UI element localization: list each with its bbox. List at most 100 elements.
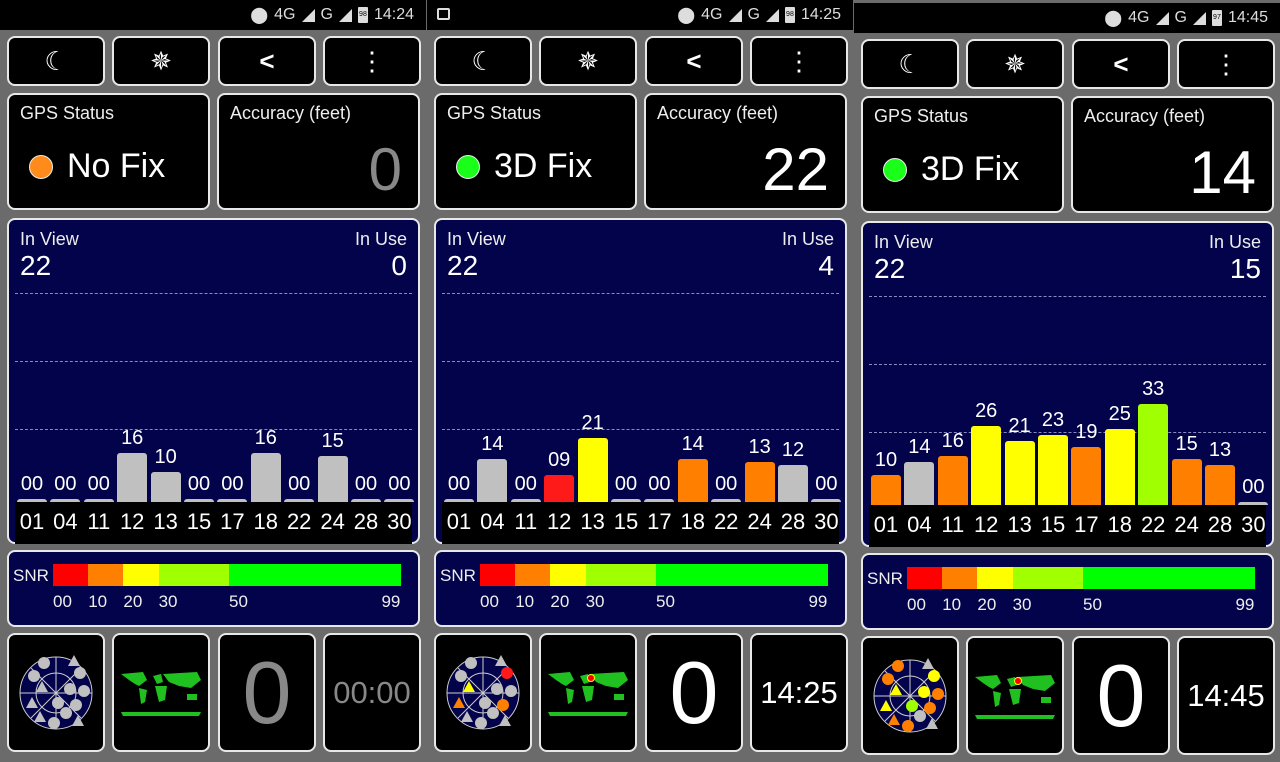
in-view-label: In View [874, 232, 933, 252]
satellite-snr-chart: In View 22 In Use 15 10 01 14 04 16 11 2… [861, 221, 1274, 547]
snr-tick: 10 [942, 595, 962, 614]
prn-label: 04 [53, 509, 78, 534]
snr-tick: 50 [1083, 595, 1102, 614]
fix-status-dot [883, 157, 907, 182]
battery-icon: 97 [1211, 10, 1222, 26]
snr-bar [611, 499, 641, 502]
snr-tick: 99 [1235, 595, 1255, 614]
satellite-marker [52, 696, 64, 709]
prn-label: 04 [907, 512, 932, 537]
snr-value-label: 14 [481, 433, 504, 456]
snr-bar [217, 499, 248, 502]
signal-icon [1192, 11, 1206, 25]
snr-bar [871, 474, 901, 505]
location-marker [1014, 676, 1022, 685]
compass-button[interactable]: ✵ [539, 36, 637, 86]
in-use-value: 4 [818, 250, 834, 281]
fix-status-dot [456, 154, 480, 179]
snr-bar [1138, 404, 1169, 505]
compass-button[interactable]: ✵ [112, 36, 210, 86]
snr-color-segment [123, 564, 159, 586]
share-button[interactable]: < [1072, 39, 1170, 89]
sky-view-tile[interactable] [861, 636, 959, 755]
sky-plot [446, 654, 520, 729]
snr-value-label: 00 [187, 473, 211, 495]
satellite-count-tile[interactable]: 0 [1072, 636, 1170, 755]
prn-label: 18 [680, 509, 706, 534]
satellite-marker [914, 709, 926, 722]
snr-bar [250, 453, 281, 502]
snr-color-segment [585, 564, 656, 586]
satellite-snr-chart: In View 22 In Use 0 00 01 00 04 00 11 16… [7, 218, 420, 544]
snr-value-label: 25 [1108, 402, 1131, 425]
snr-tick: 99 [808, 592, 828, 611]
signal-icon [338, 8, 352, 22]
satellite-count: 0 [242, 642, 292, 742]
night-mode-button[interactable]: ☾ [861, 39, 959, 89]
gps-status-card: GPS Status No Fix [7, 93, 210, 210]
phone-screen-3: ⬤ 4G G 97 14:45 ☾ ✵ < ⋮ GPS Status 3D Fix Ac… [854, 3, 1280, 762]
snr-color-segment [550, 564, 586, 586]
sky-view-tile[interactable] [7, 633, 105, 752]
fix-time-tile[interactable]: 00:00 [323, 633, 421, 752]
world-map-tile[interactable] [539, 633, 637, 752]
world-map-tile[interactable] [112, 633, 210, 752]
prn-label: 22 [286, 509, 312, 534]
satellite-marker [38, 656, 50, 669]
gps-status-card: GPS Status 3D Fix [861, 96, 1064, 213]
snr-color-segment [515, 564, 551, 586]
fix-time-tile[interactable]: 14:25 [750, 633, 848, 752]
prn-label: 22 [713, 509, 739, 534]
prn-label: 24 [747, 509, 772, 534]
sky-plot [19, 654, 93, 729]
prn-label: 13 [1007, 512, 1032, 537]
night-mode-button[interactable]: ☾ [434, 36, 532, 86]
satellite-marker [918, 685, 930, 698]
accuracy-label: Accuracy (feet) [657, 103, 779, 123]
share-button[interactable]: < [218, 36, 316, 86]
night-mode-button[interactable]: ☾ [7, 36, 105, 86]
more-button[interactable]: ⋮ [750, 36, 848, 86]
fix-time-tile[interactable]: 14:45 [1177, 636, 1275, 755]
in-view-value: 22 [874, 253, 906, 284]
in-view-value: 22 [20, 250, 52, 281]
snr-value-label: 14 [908, 436, 931, 459]
share-button[interactable]: < [645, 36, 743, 86]
more-button[interactable]: ⋮ [1177, 39, 1275, 89]
snr-tick: 00 [907, 595, 926, 614]
prn-label: 15 [613, 509, 639, 534]
prn-label: 11 [941, 512, 965, 537]
compass-button[interactable]: ✵ [966, 39, 1064, 89]
snr-color-segment [480, 564, 516, 586]
prn-label: 22 [1140, 512, 1166, 537]
phone-screen-1: ⬤ 4G G 98 14:24 ☾ ✵ < ⋮ GPS Status No Fix Ac… [0, 0, 426, 759]
status-bar: ⬤ 4G G 98 14:25 [427, 0, 853, 30]
snr-bar [317, 456, 348, 502]
network-label: 4G [701, 6, 723, 23]
satellite-marker [74, 666, 86, 679]
snr-value-label: 14 [681, 433, 704, 456]
satellite-marker [505, 684, 517, 697]
network2-label: G [747, 6, 760, 23]
gridline [15, 361, 412, 362]
sky-view-tile[interactable] [434, 633, 532, 752]
satellite-count-tile[interactable]: 0 [218, 633, 316, 752]
prn-label: 01 [873, 512, 899, 537]
satellite-marker [892, 659, 904, 672]
satellite-marker [48, 716, 60, 729]
prn-label: 12 [973, 512, 999, 537]
image-notification-icon [437, 8, 450, 20]
snr-value-label: 15 [1175, 433, 1198, 456]
snr-value-label: 00 [514, 473, 537, 495]
world-map-tile[interactable] [966, 636, 1064, 755]
accuracy-value: 22 [762, 136, 829, 203]
fix-status-dot [29, 154, 53, 179]
gps-status-label: GPS Status [447, 103, 542, 123]
snr-value-label: 13 [748, 436, 771, 459]
more-button[interactable]: ⋮ [323, 36, 421, 86]
satellite-count-tile[interactable]: 0 [645, 633, 743, 752]
prn-label: 13 [153, 509, 178, 534]
snr-color-segment [158, 564, 229, 586]
accuracy-value: 0 [368, 136, 402, 203]
snr-bar [477, 459, 508, 502]
